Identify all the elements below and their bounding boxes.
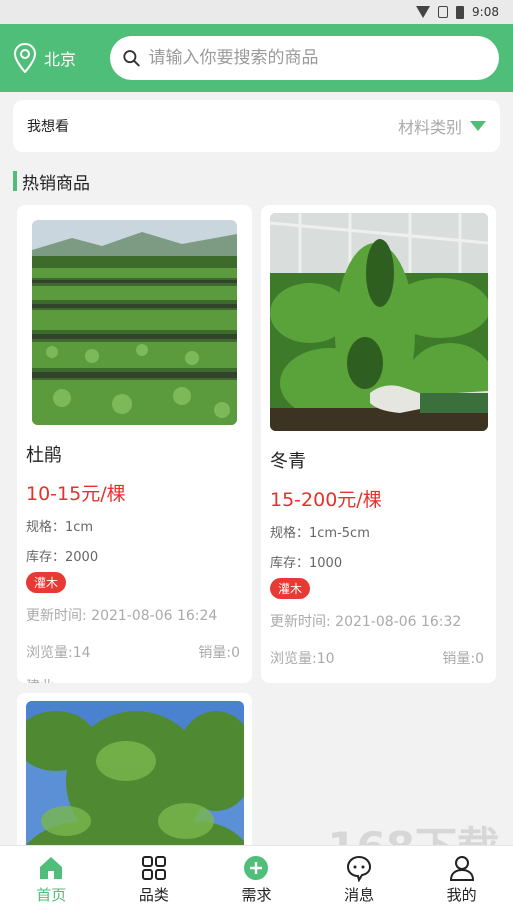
product-views: 浏览量:14: [26, 645, 91, 661]
location-pin-icon: [14, 43, 36, 73]
top-bar: 北京: [0, 24, 513, 92]
section-header: 热销商品: [13, 170, 513, 194]
product-name: 冬青: [270, 451, 306, 472]
tab-label: 需求: [241, 886, 272, 904]
product-sales: 销量:0: [442, 651, 484, 667]
product-tag: 灌木: [26, 572, 67, 593]
want-label: 我想看: [27, 119, 69, 135]
no-sim-icon: [438, 6, 449, 18]
wifi-icon: [416, 6, 431, 18]
section-title: 热销商品: [22, 173, 90, 194]
product-image: [32, 220, 237, 425]
product-card[interactable]: 冬青 15-200元/棵 规格：1cm-5cm 库存：1000 灌木 更新时间:…: [261, 205, 496, 683]
product-price: 15-200元/棵: [270, 489, 382, 511]
tab-label: 首页: [36, 886, 67, 904]
product-image: [269, 213, 488, 431]
category-filter[interactable]: 我想看 材料类别: [13, 100, 500, 152]
product-name: 杜鹃: [26, 445, 62, 466]
search-icon: [123, 50, 140, 67]
category-dropdown[interactable]: 材料类别: [398, 114, 486, 138]
product-sales: 销量:0: [198, 645, 240, 661]
user-icon: [449, 856, 474, 881]
category-label: 材料类别: [397, 118, 462, 137]
city-label: 北京: [44, 50, 77, 69]
tab-category[interactable]: 品类: [103, 846, 206, 913]
tab-demand[interactable]: 需求: [205, 846, 308, 913]
tab-label: 品类: [138, 886, 169, 904]
product-spec: 规格：1cm-5cm: [270, 526, 370, 541]
product-spec: 规格：1cm: [26, 520, 94, 535]
product-stats: 浏览量:10 销量:0: [270, 648, 484, 668]
product-region: 建业: [26, 676, 252, 683]
bottom-tab-bar: 首页 品类 需求 消息 我的: [0, 845, 513, 913]
product-stock: 库存：2000: [26, 550, 99, 565]
product-updated: 更新时间: 2021-08-06 16:32: [270, 614, 462, 630]
search-box[interactable]: [110, 36, 499, 80]
product-card[interactable]: 杜鹃 10-15元/棵 规格：1cm 库存：2000 灌木 更新时间: 2021…: [17, 205, 252, 683]
product-tag: 灌木: [270, 578, 311, 599]
status-time: 9:08: [472, 5, 499, 19]
product-region: 建业: [270, 682, 496, 683]
grid-icon: [141, 856, 166, 880]
dropdown-arrow-icon: [470, 121, 486, 131]
tab-label: 我的: [446, 886, 477, 904]
product-price: 10-15元/棵: [26, 483, 126, 505]
tab-label: 消息: [344, 886, 375, 904]
battery-icon: [456, 5, 465, 19]
product-stock: 库存：1000: [270, 556, 343, 571]
product-stats: 浏览量:14 销量:0: [26, 642, 240, 662]
product-updated: 更新时间: 2021-08-06 16:24: [26, 608, 218, 624]
home-icon: [40, 857, 63, 879]
status-bar: 9:08: [0, 0, 513, 24]
tab-home[interactable]: 首页: [0, 846, 103, 913]
tab-messages[interactable]: 消息: [308, 846, 411, 913]
chat-icon: [347, 855, 372, 882]
product-views: 浏览量:10: [270, 651, 335, 667]
search-input[interactable]: [148, 48, 487, 68]
tab-profile[interactable]: 我的: [410, 846, 513, 913]
plus-circle-icon: [244, 856, 269, 880]
location-selector[interactable]: 北京: [14, 43, 110, 73]
section-accent-bar: [13, 171, 17, 191]
